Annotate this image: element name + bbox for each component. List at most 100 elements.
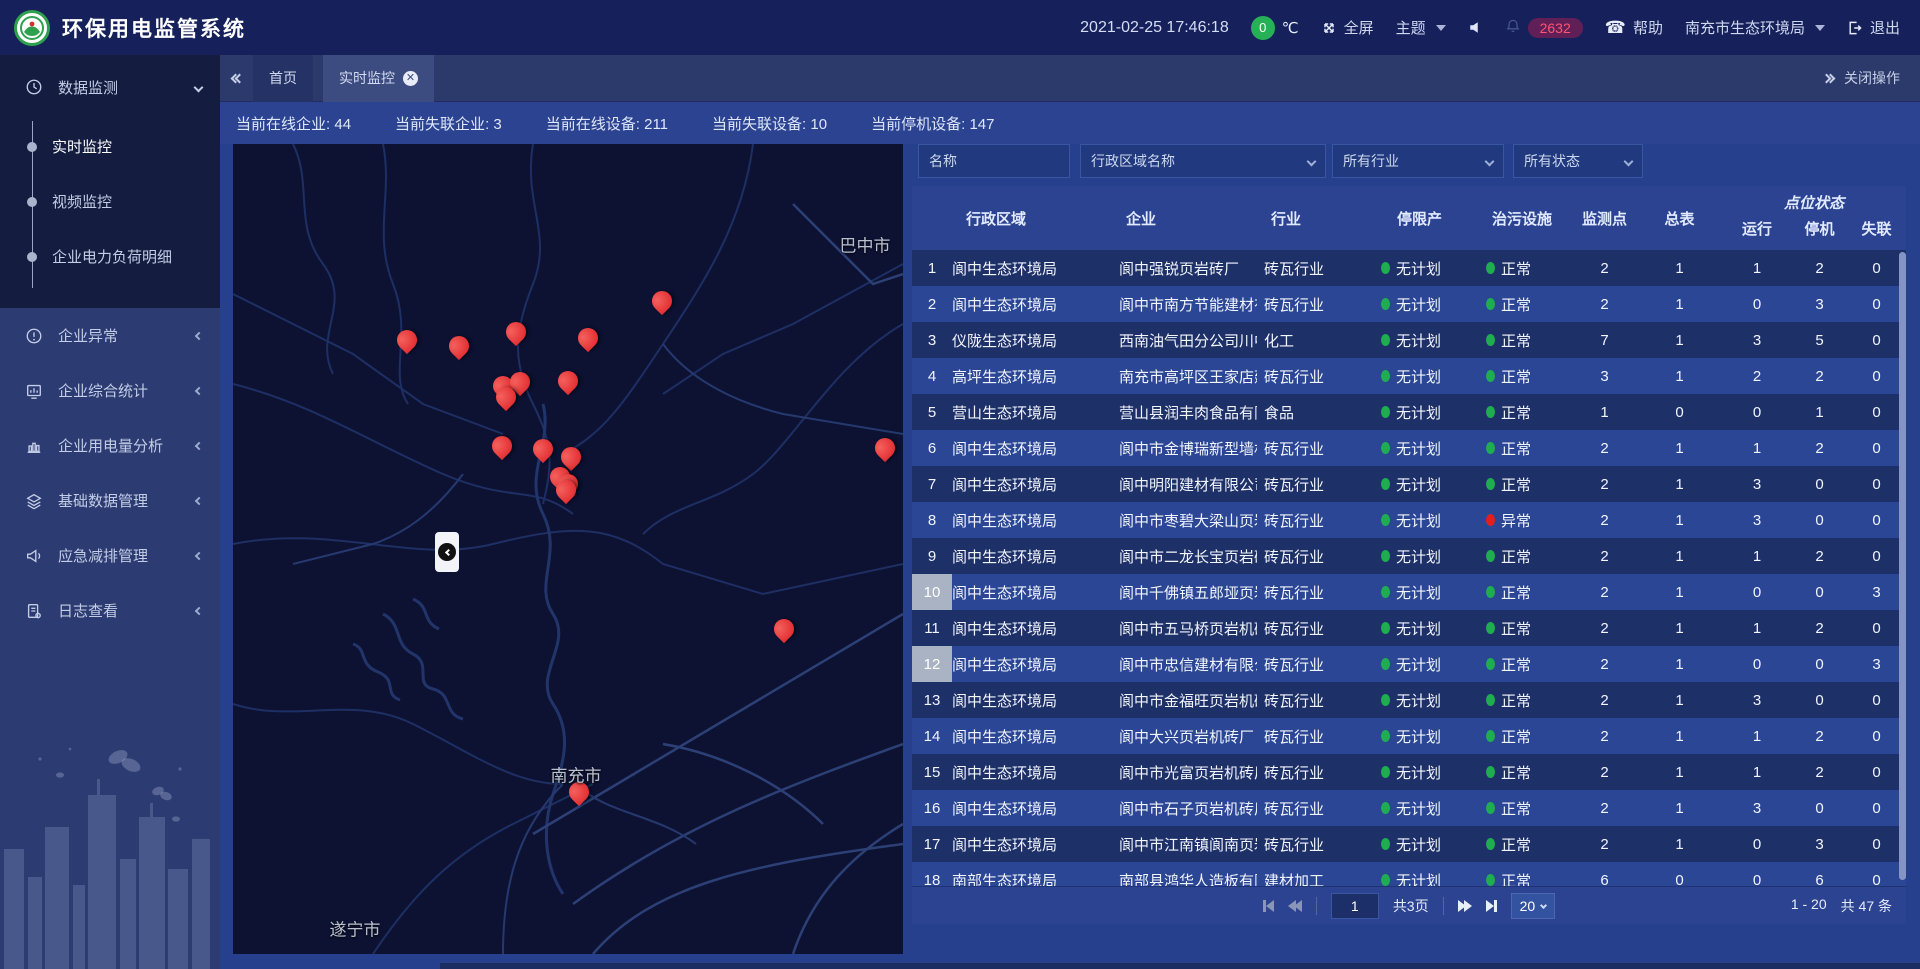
industry-filter-select[interactable]: 所有行业 xyxy=(1332,144,1504,178)
table-row[interactable]: 15阆中生态环境局阆中市光富页岩机砖厂砖瓦行业无计划正常21120 xyxy=(912,754,1906,790)
cell-halt: 2 xyxy=(1792,610,1847,646)
close-tab-icon[interactable]: ✕ xyxy=(403,71,418,86)
col-halt: 停机 xyxy=(1792,218,1847,250)
table-row[interactable]: 12阆中生态环境局阆中市忠信建材有限公砖瓦行业无计划正常21003 xyxy=(912,646,1906,682)
region-filter-select[interactable]: 行政区域名称 xyxy=(1080,144,1326,178)
table-row[interactable]: 7阆中生态环境局阆中明阳建材有限公司砖瓦行业无计划正常21300 xyxy=(912,466,1906,502)
cell-lost: 0 xyxy=(1847,538,1906,574)
clock-icon xyxy=(24,77,44,97)
notifications[interactable]: 2632 xyxy=(1505,18,1583,38)
cell-region: 阆中生态环境局 xyxy=(952,646,1112,682)
footer-strip xyxy=(440,963,1920,969)
table-row[interactable]: 9阆中生态环境局阆中市二龙长宝页岩砖砖瓦行业无计划正常21120 xyxy=(912,538,1906,574)
total-pages-label: 共3页 xyxy=(1393,896,1429,916)
sidebar-item-6[interactable]: 日志查看 xyxy=(0,583,220,638)
total-count-label: 共 47 条 xyxy=(1841,896,1892,916)
sidebar-subitem-1[interactable]: 视频监控 xyxy=(0,174,220,229)
status-filter-select[interactable]: 所有状态 xyxy=(1513,144,1643,178)
table-row[interactable]: 1阆中生态环境局阆中强锐页岩砖厂砖瓦行业无计划正常21120 xyxy=(912,250,1906,286)
cell-run: 0 xyxy=(1722,394,1792,430)
table-row[interactable]: 8阆中生态环境局阆中市枣碧大梁山页岩砖瓦行业无计划异常21300 xyxy=(912,502,1906,538)
status-dot-icon xyxy=(1381,334,1390,346)
map-roads xyxy=(233,144,903,954)
cell-points: 7 xyxy=(1572,322,1637,358)
cell-facility-status: 正常 xyxy=(1472,574,1572,610)
table-row[interactable]: 4高坪生态环境局南充市高坪区王家店建砖瓦行业无计划正常31220 xyxy=(912,358,1906,394)
theme-dropdown[interactable]: 主题 xyxy=(1396,17,1446,38)
name-filter[interactable] xyxy=(918,144,1070,178)
table-row[interactable]: 2阆中生态环境局阆中市南方节能建材有砖瓦行业无计划正常21030 xyxy=(912,286,1906,322)
sidebar-item-3[interactable]: 企业用电量分析 xyxy=(0,418,220,473)
table-row[interactable]: 5营山生态环境局营山县润丰肉食品有限食品无计划正常10010 xyxy=(912,394,1906,430)
table-row[interactable]: 18南部生态环境局南部县鸿华人造板有限建材加工无计划正常60060 xyxy=(912,862,1906,886)
map-panel[interactable]: 巴中市南充市遂宁市 xyxy=(233,144,903,954)
table-row[interactable]: 3仪陇生态环境局西南油气田分公司川中化工无计划正常71350 xyxy=(912,322,1906,358)
tabs-scroll-right-button[interactable] xyxy=(1823,75,1834,82)
cell-meters: 1 xyxy=(1637,718,1722,754)
status-dot-icon xyxy=(1381,874,1390,886)
cell-company: 阆中市江南镇阆南页岩 xyxy=(1112,826,1257,862)
page-number-input[interactable] xyxy=(1331,893,1379,919)
page-size-value: 20 xyxy=(1520,898,1536,914)
mute-button[interactable] xyxy=(1468,20,1483,35)
facility-status-label: 正常 xyxy=(1501,330,1531,351)
sidebar-item-4[interactable]: 基础数据管理 xyxy=(0,473,220,528)
cell-facility-status: 正常 xyxy=(1472,358,1572,394)
tabs-scroll-left-button[interactable] xyxy=(232,75,243,82)
status-dot-icon xyxy=(1381,550,1390,562)
cell-region: 阆中生态环境局 xyxy=(952,286,1112,322)
cell-points: 2 xyxy=(1572,826,1637,862)
table-row[interactable]: 16阆中生态环境局阆中市石子页岩机砖厂砖瓦行业无计划正常21300 xyxy=(912,790,1906,826)
map-collapse-button[interactable] xyxy=(435,532,459,572)
cell-facility-status: 正常 xyxy=(1472,862,1572,886)
last-page-button[interactable] xyxy=(1486,900,1497,912)
stat-item-0: 当前在线企业: 44 xyxy=(236,113,351,134)
sidebar-subitem-0[interactable]: 实时监控 xyxy=(0,119,220,174)
table-scrollbar[interactable] xyxy=(1899,252,1906,880)
tab-realtime-monitor[interactable]: 实时监控 ✕ xyxy=(323,55,434,102)
cell-halt: 2 xyxy=(1792,718,1847,754)
row-number: 17 xyxy=(912,826,952,862)
first-page-button[interactable] xyxy=(1263,900,1274,912)
table-row[interactable]: 13阆中生态环境局阆中市金福旺页岩机砖砖瓦行业无计划正常21300 xyxy=(912,682,1906,718)
close-operations-button[interactable]: 关闭操作 xyxy=(1844,68,1900,88)
sidebar-item-label: 数据监测 xyxy=(58,77,181,98)
next-page-button[interactable] xyxy=(1458,900,1472,912)
row-number: 9 xyxy=(912,538,952,574)
logout-button[interactable]: 退出 xyxy=(1847,17,1900,38)
cell-lost: 3 xyxy=(1847,574,1906,610)
sidebar-item-2[interactable]: 企业综合统计 xyxy=(0,363,220,418)
table-row[interactable]: 11阆中生态环境局阆中市五马桥页岩机砖砖瓦行业无计划正常21120 xyxy=(912,610,1906,646)
logo-icon xyxy=(14,10,50,46)
cell-meters: 1 xyxy=(1637,250,1722,286)
phone-icon: ☎ xyxy=(1605,18,1626,38)
cell-lost: 0 xyxy=(1847,754,1906,790)
fullscreen-button[interactable]: 全屏 xyxy=(1321,17,1374,38)
cell-run: 1 xyxy=(1722,610,1792,646)
cell-halt: 0 xyxy=(1792,790,1847,826)
sidebar-subitem-2[interactable]: 企业电力负荷明细 xyxy=(0,229,220,284)
cell-lost: 0 xyxy=(1847,430,1906,466)
cell-points: 2 xyxy=(1572,286,1637,322)
name-filter-input[interactable] xyxy=(929,153,1059,169)
table-row[interactable]: 10阆中生态环境局阆中千佛镇五郎垭页岩砖瓦行业无计划正常21003 xyxy=(912,574,1906,610)
prev-page-button[interactable] xyxy=(1288,900,1302,912)
row-number: 5 xyxy=(912,394,952,430)
status-dot-icon xyxy=(1486,262,1495,274)
sidebar-item-5[interactable]: 应急减排管理 xyxy=(0,528,220,583)
org-label: 南充市生态环境局 xyxy=(1685,17,1805,38)
cell-region: 阆中生态环境局 xyxy=(952,610,1112,646)
cell-industry: 砖瓦行业 xyxy=(1257,358,1367,394)
table-row[interactable]: 6阆中生态环境局阆中市金博瑞新型墙材砖瓦行业无计划正常21120 xyxy=(912,430,1906,466)
table-row[interactable]: 14阆中生态环境局阆中大兴页岩机砖厂砖瓦行业无计划正常21120 xyxy=(912,718,1906,754)
help-button[interactable]: ☎ 帮助 xyxy=(1605,17,1663,38)
table-row[interactable]: 17阆中生态环境局阆中市江南镇阆南页岩砖瓦行业无计划正常21030 xyxy=(912,826,1906,862)
tab-home[interactable]: 首页 xyxy=(253,55,313,102)
sidebar-item-0[interactable]: 数据监测 xyxy=(0,55,220,119)
status-dot-icon xyxy=(1381,622,1390,634)
cell-stop-status: 无计划 xyxy=(1367,574,1472,610)
org-dropdown[interactable]: 南充市生态环境局 xyxy=(1685,17,1825,38)
col-point-status-group: 点位状态 运行 停机 失联 xyxy=(1722,186,1906,250)
sidebar-item-1[interactable]: 企业异常 xyxy=(0,308,220,363)
page-size-select[interactable]: 20 xyxy=(1511,893,1556,919)
